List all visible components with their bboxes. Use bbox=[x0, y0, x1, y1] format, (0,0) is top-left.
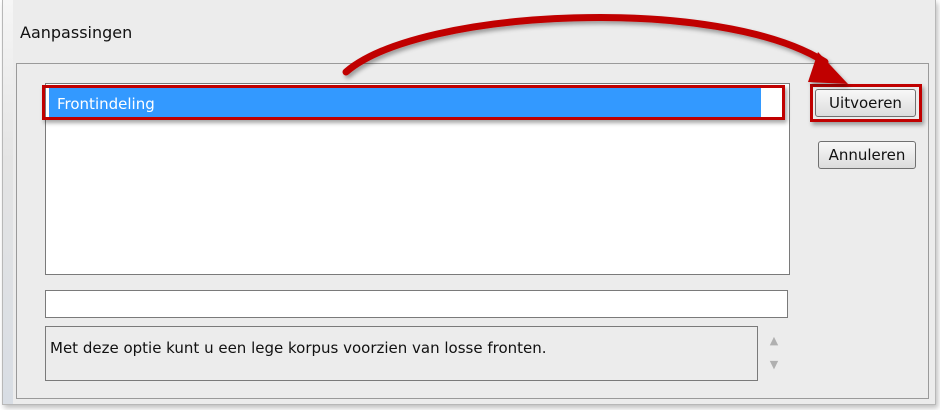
curved-arrow-icon bbox=[342, 14, 848, 84]
